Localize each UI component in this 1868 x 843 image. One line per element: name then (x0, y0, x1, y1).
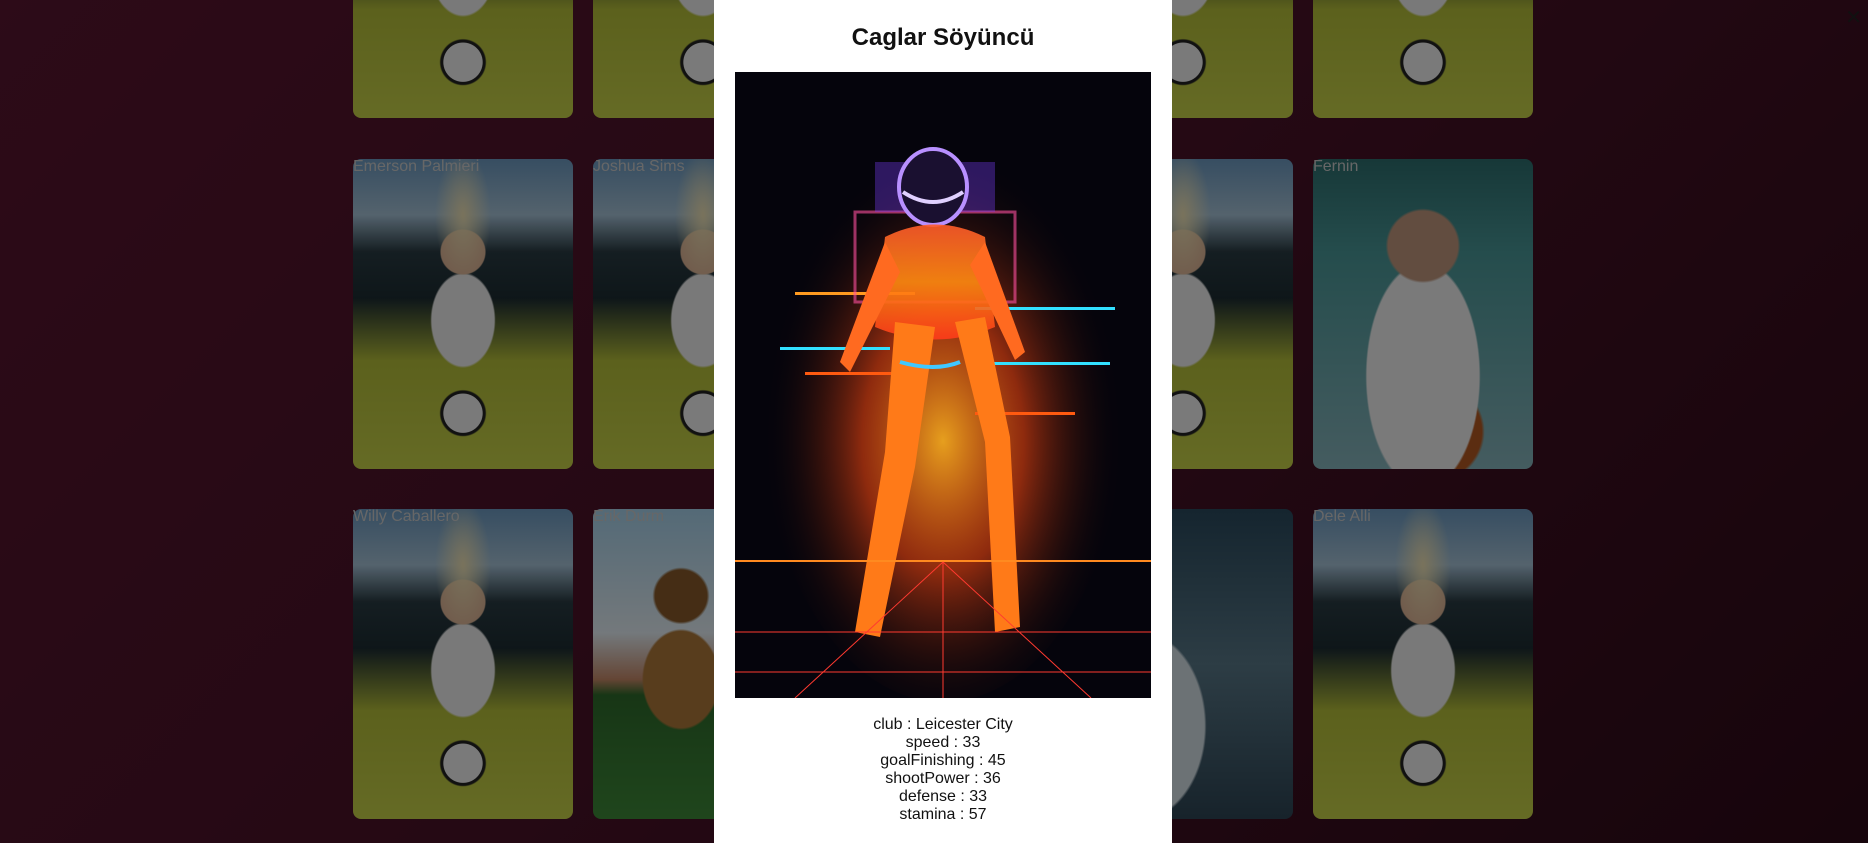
player-stats: club : Leicester City speed : 33 goalFinis… (714, 716, 1172, 824)
player-detail-modal: Caglar Söyüncü club: Leicester City spe… (714, 0, 1172, 843)
stat-row-shootPower: shootPower : 36 (885, 770, 1001, 787)
stat-row-speed: speed : 33 (905, 734, 981, 751)
stat-row-club: club : Leicester City (873, 716, 1013, 733)
player-image (735, 72, 1151, 698)
neon-player-illustration (735, 72, 1151, 698)
stat-row-stamina: stamina : 57 (899, 806, 987, 823)
stat-row-goalFinishing: goalFinishing : 45 (880, 752, 1006, 769)
modal-title: Caglar Söyüncü (851, 24, 1035, 51)
stat-row-defense: defense : 33 (898, 788, 988, 805)
close-icon[interactable]: ✕ (1845, 8, 1862, 28)
